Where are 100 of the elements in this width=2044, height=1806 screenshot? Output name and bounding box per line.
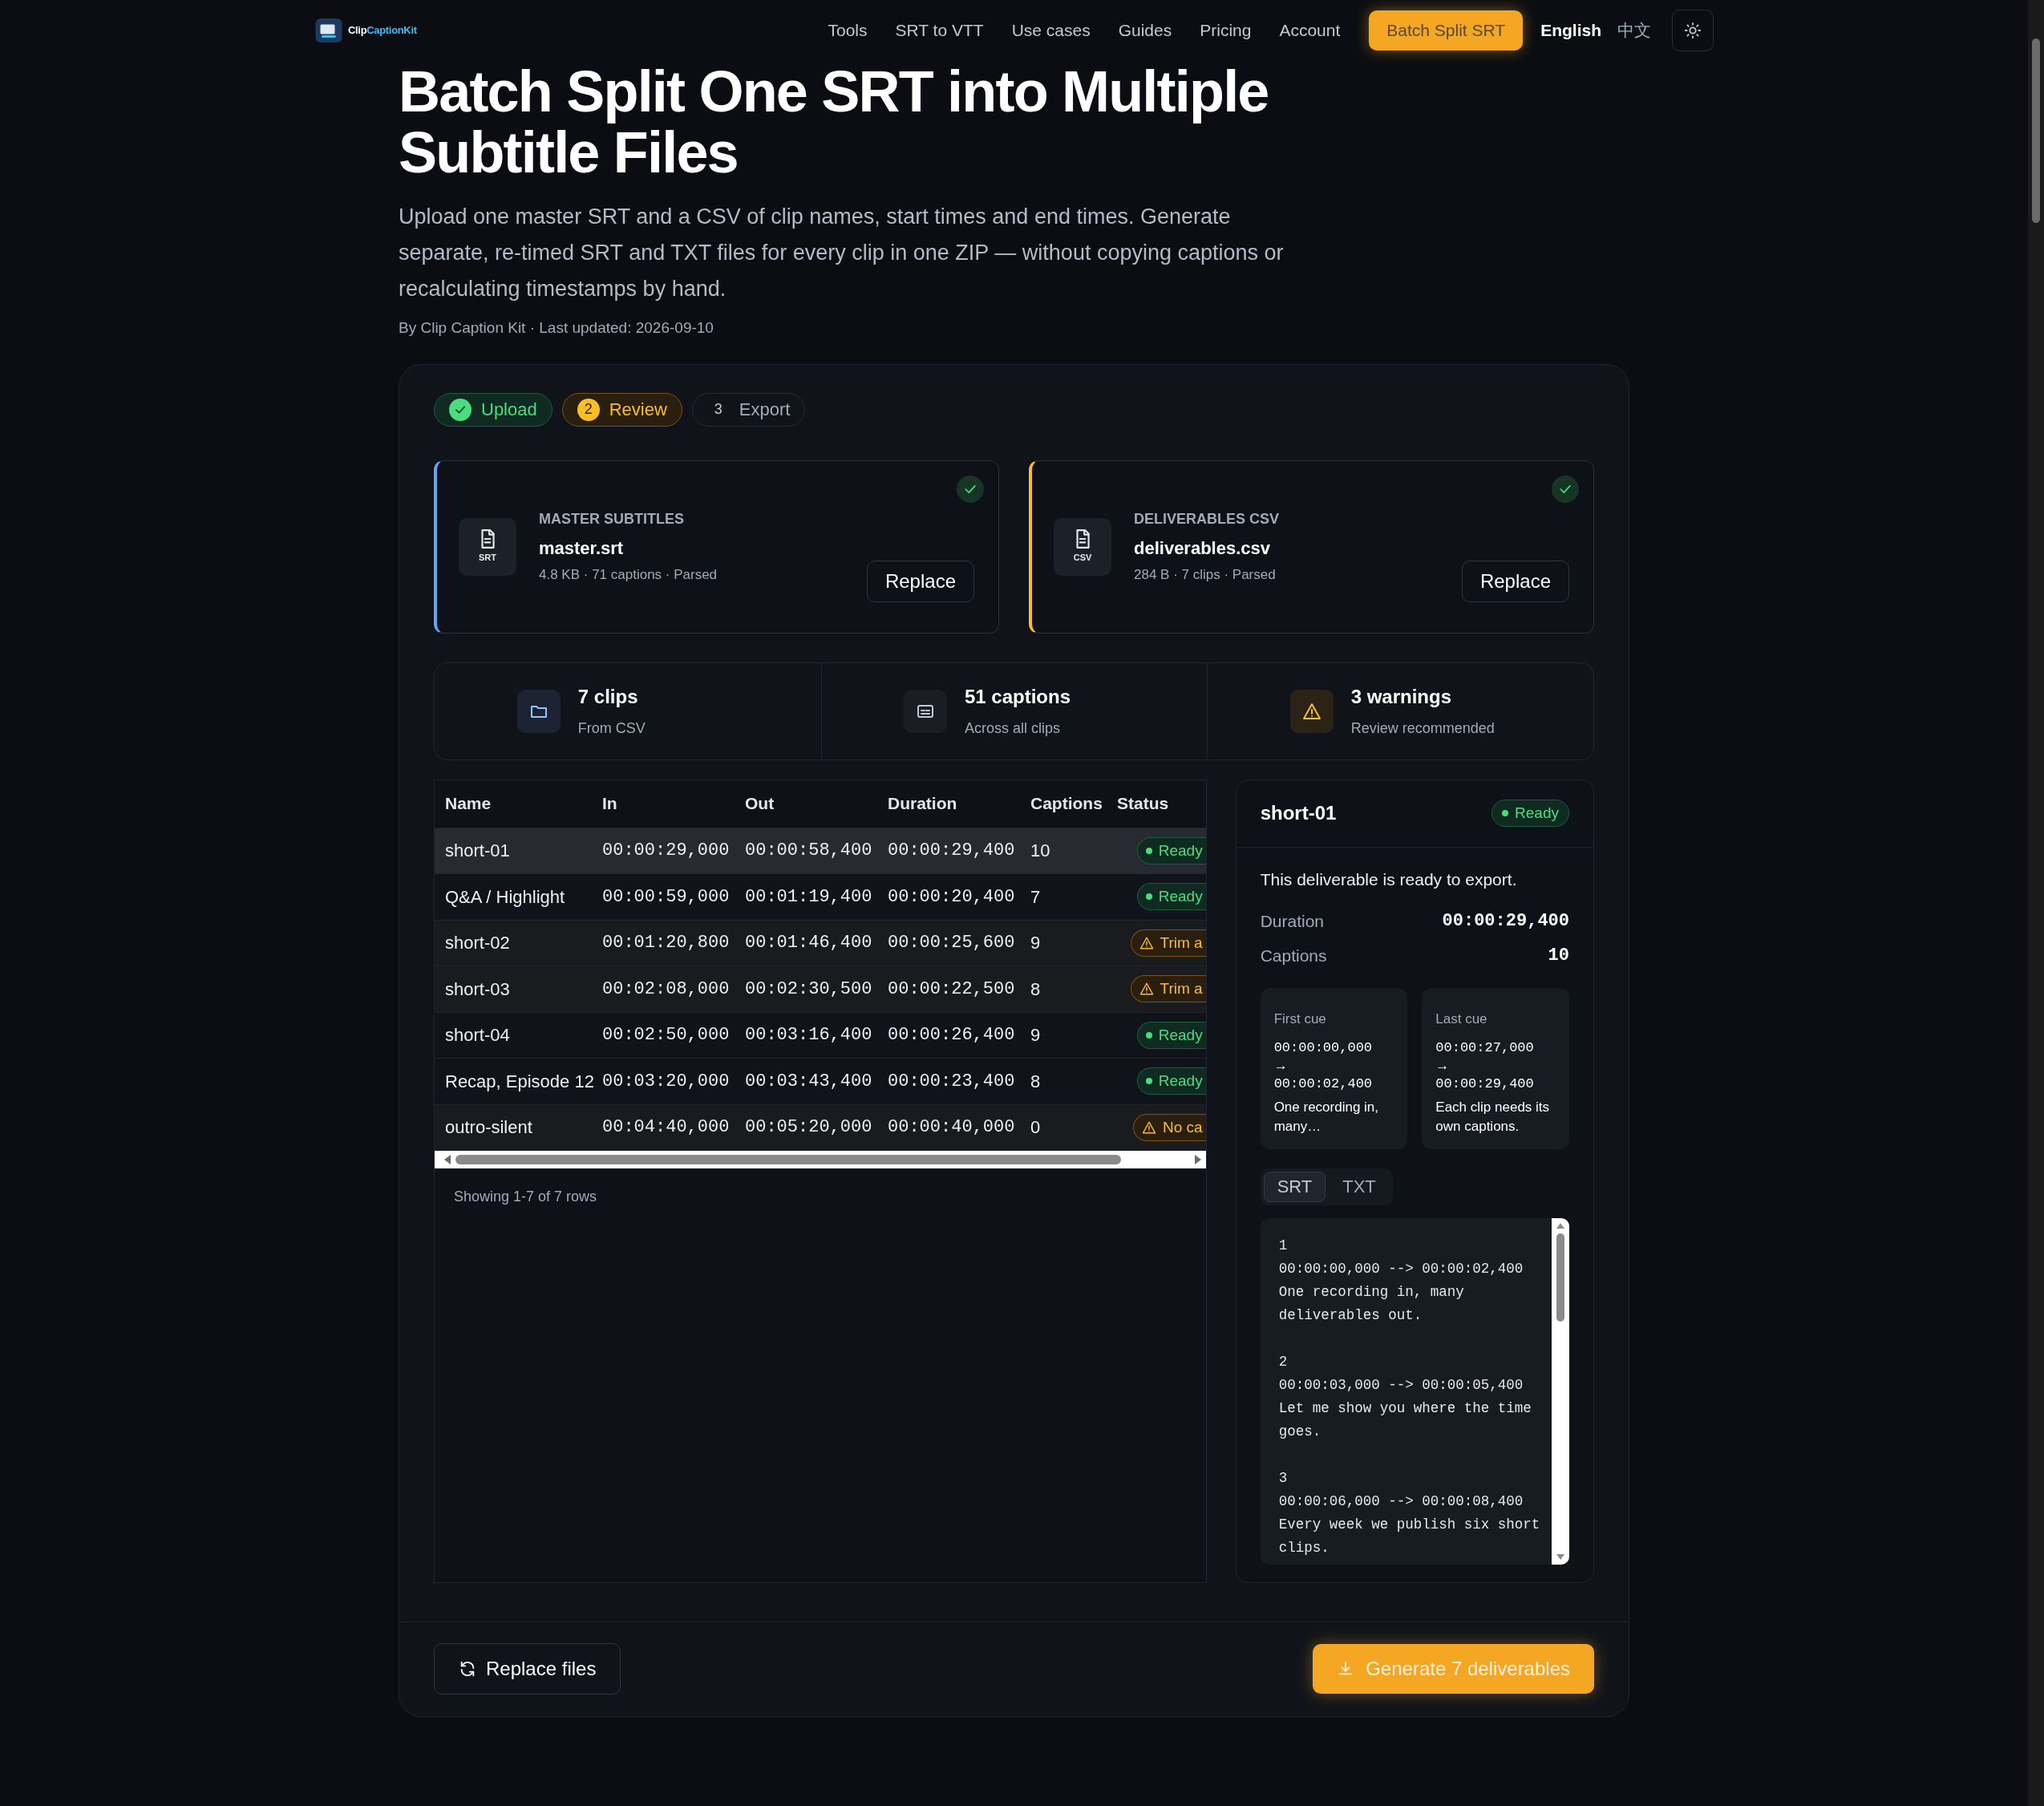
status-badge: Ready [1136,836,1206,865]
byline: By Clip Caption Kit · Last updated: 2026-09-10 [399,318,714,338]
sun-icon [1684,22,1702,39]
table-cell-text: 9 [1030,1024,1042,1047]
cue-index: 2 [1278,1352,1289,1371]
warning-icon [1142,1120,1156,1135]
intro-paragraph: Upload one master SRT and a CSV of clip names, start times and end times. Generate separate, re-timed SRT and TXT files for every clip in one ZIP — without copying captions or recalculating timestamps by hand. [399,204,1285,302]
table-cell-text: 00:02:08,000 [602,978,731,1001]
replace-files-button[interactable]: Replace files [434,1643,621,1695]
page-title: Batch Split One SRT into Multiple Subtitle Files [399,61,1269,183]
fact-label: Duration [1260,910,1325,932]
language-link[interactable]: English [1540,18,1601,43]
stat-caption: Review recommended [1350,719,1496,738]
fact-value: 00:00:29,400 [1442,910,1569,933]
detail-title: short-01 [1260,801,1337,825]
cta-button[interactable]: Batch Split SRT [1369,10,1524,51]
nav-link[interactable]: Tools [828,18,868,43]
horizontal-scrollbar[interactable] [435,1151,1206,1168]
table-cell-text: 00:00:29,400 [888,840,1016,863]
table-cell-text: 8 [1030,1070,1042,1093]
table-cell-text: 9 [1030,932,1042,955]
warning-icon [1139,935,1154,950]
cue-index: 1 [1278,1236,1289,1255]
table-cell-text: 00:00:20,400 [888,885,1016,909]
step-number: 3 [713,400,723,419]
arrow-glyph: → [1435,1058,1451,1074]
stat-value: 7 clips [577,685,639,709]
cue-text: One recording in, many… [1273,1098,1380,1136]
table-cell-text: Q&A / Highlight [445,885,566,909]
stat-value: 51 captions [965,685,1072,709]
column-header: Status [1117,793,1170,815]
nav-link[interactable]: Account [1279,18,1341,43]
nav-link[interactable]: SRT to VTT [895,18,984,43]
table-cell-text: 00:01:19,400 [745,885,873,909]
table-cell-text: 0 [1030,1116,1042,1140]
table-cell-text: 00:03:43,400 [745,1070,873,1093]
table-cell-text: short-04 [445,1024,511,1047]
table-row[interactable]: short-03 00:02:08,000 00:02:30,500 00:00:22,500 8 Trim a [435,966,1206,1013]
stat-value: 3 warnings [1350,685,1453,709]
table-row[interactable]: short-01 00:00:29,000 00:00:58,400 00:00:29,400 10 Ready [435,828,1206,874]
row-count: Showing 1-7 of 7 rows [454,1188,598,1206]
status-badge: Ready [1492,800,1569,827]
file-type-label: SRT [479,552,496,565]
vertical-scrollbar[interactable] [1552,1217,1569,1565]
status-badge: Trim a [1130,975,1206,1003]
brand-name[interactable]: ClipCaptionKit [348,22,417,38]
nav-link[interactable]: Guides [1118,18,1172,43]
nav-link[interactable]: Use cases [1011,18,1091,43]
warning-icon [1139,982,1154,997]
status-badge: Ready [1136,1021,1206,1049]
cue-text: Every week we publish six short clips. [1278,1515,1541,1557]
table-cell-text: 00:00:29,000 [602,840,731,863]
table-cell-text: 00:00:40,000 [888,1116,1016,1140]
step-pill[interactable]: 3 Export [691,392,806,427]
table-cell-text: 7 [1030,885,1042,909]
table-cell-text: 10 [1030,840,1051,863]
cue-text: Each clip needs its own captions. [1435,1098,1551,1136]
step-pill[interactable]: Upload [434,392,552,427]
fact-value: 10 [1548,945,1569,967]
column-header: Captions [1030,793,1103,815]
replace-button[interactable]: Replace [1461,560,1569,602]
table-row[interactable]: short-02 00:01:20,800 00:01:46,400 00:00:25,600 9 Trim a [435,920,1206,966]
table-cell-text: 00:02:30,500 [745,978,873,1001]
file-type-label: CSV [1073,552,1092,565]
table-cell-text: 00:00:23,400 [888,1070,1016,1093]
nav-link[interactable]: Pricing [1200,18,1252,43]
arrow-glyph: → [1273,1058,1289,1074]
warning-icon [1301,701,1322,721]
column-header: Name [445,793,492,815]
replace-button[interactable]: Replace [866,560,974,602]
cue-index: 3 [1278,1468,1289,1488]
table-row[interactable]: outro-silent 00:04:40,000 00:05:20,000 00:00:40,000 0 No ca [435,1104,1206,1151]
column-header: In [602,793,618,815]
cue-time: 00:00:27,000 [1435,1039,1535,1057]
table-cell-text: 00:00:59,000 [602,885,731,909]
table-cell-text: 00:03:20,000 [602,1070,731,1093]
table-cell-text: 00:00:26,400 [888,1024,1016,1047]
step-number: 2 [577,398,600,421]
table-cell-text: short-01 [445,840,511,863]
table-cell-text: 00:02:50,000 [602,1024,731,1047]
table-cell-text: short-02 [445,932,511,955]
file-label: DELIVERABLES CSV [1134,509,1280,528]
step-pill[interactable]: 2 Review [561,392,682,427]
cue-time: 00:00:00,000 [1273,1039,1374,1057]
column-header: Out [745,793,775,815]
format-tab[interactable]: TXT [1329,1171,1390,1202]
table-cell-text: 00:01:46,400 [745,932,873,955]
table-cell-text: 00:01:20,800 [602,932,731,955]
file-meta: 284 B · 7 clips · Parsed [1134,565,1277,584]
language-link[interactable]: 中文 [1617,18,1651,43]
status-badge: No ca [1133,1113,1206,1141]
file-name: master.srt [539,537,625,560]
status-badge: Ready [1136,1067,1206,1095]
page-scrollbar[interactable] [2028,0,2044,1806]
format-tab[interactable]: SRT [1263,1171,1326,1202]
cue-time: 00:00:29,400 [1435,1075,1535,1093]
logo-icon [314,16,343,45]
theme-toggle[interactable] [1672,10,1714,51]
file-name: deliverables.csv [1134,537,1271,560]
table-cell-text: 00:00:58,400 [745,840,873,863]
